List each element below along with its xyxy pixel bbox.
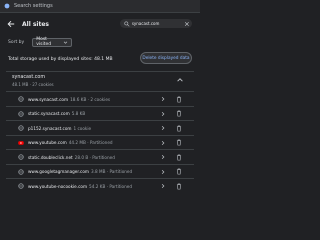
search-input[interactable] [131,21,185,26]
site-row[interactable]: static.synacast.com 5.8 KB [6,105,194,121]
site-details: 28.0 B · Partitioned [74,154,115,160]
delete-displayed-data-button[interactable]: Delete displayed data [140,52,192,64]
trash-icon[interactable] [176,139,182,146]
site-domain-line: www.googletagmanager.com 3.8 MB · Partiti… [28,169,132,174]
globe-icon [18,110,24,117]
site-row[interactable]: static.doubleclick.net 28.0 B · Partition… [6,149,194,164]
site-domain-line: static.doubleclick.net 28.0 B · Partition… [28,155,115,160]
globe-icon [18,96,24,102]
globe-icon [18,183,24,189]
site-row[interactable]: www.synacast.com 18.6 KB · 2 cookies [6,91,194,106]
globe-icon [18,125,24,131]
sort-row: Sort by Most visited [8,37,73,47]
site-details: 44.2 MB · Partitioned [68,140,113,145]
chevron-up-icon[interactable] [176,76,184,84]
page-header: All sites [0,13,200,35]
site-domain: static.doubleclick.net [28,154,73,160]
trash-icon[interactable] [176,110,182,117]
site-group: synacast.com 48.1 MB · 27 cookies www.sy… [6,71,194,222]
site-row[interactable]: www.googletagmanager.com 3.8 MB · Partiti… [6,163,194,179]
site-domain-line: static.synacast.com 5.8 KB [28,111,85,116]
settings-app-icon [4,3,10,9]
site-details: 3.8 MB · Partitioned [90,169,133,174]
chevron-down-icon [63,41,68,44]
trash-icon[interactable] [176,154,182,161]
site-row[interactable]: p1152.synacast.com 1 cookie [6,120,194,135]
site-list: www.synacast.com 18.6 KB · 2 cookies stati… [6,91,194,193]
site-group-info: 48.1 MB · 27 cookies [12,82,54,87]
site-domain: p1152.synacast.com [28,125,72,131]
chevron-right-icon[interactable] [160,140,166,146]
site-details: 5.8 KB [71,111,86,116]
chevron-right-icon[interactable] [160,154,166,160]
site-group-name: synacast.com [12,75,46,80]
trash-icon[interactable] [176,96,182,103]
back-button[interactable] [6,19,16,29]
sort-selected-value: Most visited [36,37,52,47]
site-domain-line: p1152.synacast.com 1 cookie [28,126,91,131]
site-domain-line: www.youtube.com 44.2 MB · Partitioned [28,140,113,145]
total-storage-text: Total storage used by displayed sites: 4… [8,57,113,62]
site-row[interactable]: www.youtube.com 44.2 MB · Partitioned [6,134,194,150]
page-title: All sites [22,20,49,28]
site-details: 1 cookie [73,125,92,131]
site-domain: www.googletagmanager.com [28,169,89,174]
globe-icon [18,154,24,160]
site-details: 54.2 KB · Partitioned [89,183,132,189]
chevron-right-icon[interactable] [160,169,166,175]
chevron-right-icon[interactable] [160,111,166,117]
sort-label: Sort by [8,39,25,45]
site-domain: www.youtube.com [28,140,67,145]
site-domain: static.synacast.com [28,111,70,116]
chevron-right-icon[interactable] [160,96,166,102]
window-titlebar: Search settings [0,0,200,13]
globe-icon [18,168,24,175]
window-title: Search settings [14,3,53,9]
search-icon [124,21,130,27]
youtube-icon [18,140,24,145]
site-group-header[interactable]: synacast.com 48.1 MB · 27 cookies [6,72,194,90]
chevron-right-icon[interactable] [160,125,166,131]
clear-search-icon[interactable] [184,21,190,27]
site-domain: www.synacast.com [28,96,69,102]
trash-icon[interactable] [176,183,182,190]
trash-icon[interactable] [176,168,182,175]
site-row[interactable]: www.youtube-nocookie.com 54.2 KB · Partit… [6,178,194,193]
site-domain-line: www.youtube-nocookie.com 54.2 KB · Partit… [28,184,132,189]
site-details: 18.6 KB · 2 cookies [70,96,111,102]
arrow-left-icon [7,20,15,28]
chevron-right-icon[interactable] [160,183,166,189]
sort-dropdown[interactable]: Most visited [32,37,73,47]
site-domain: www.youtube-nocookie.com [28,183,88,189]
search-box[interactable] [120,19,192,28]
trash-icon[interactable] [176,125,182,132]
site-domain-line: www.synacast.com 18.6 KB · 2 cookies [28,97,110,102]
